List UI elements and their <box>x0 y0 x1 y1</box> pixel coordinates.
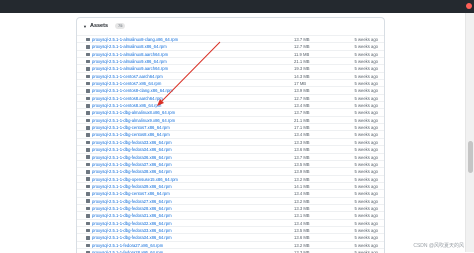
assets-list: proxysql-2.5.1-1-almalinux8-clang.x86_64… <box>77 35 384 253</box>
assets-title: Assets <box>89 23 109 29</box>
asset-row: proxysql-2.5.1-1-dbg-centos7.x86_64.rpm 1… <box>77 123 384 130</box>
asset-row: proxysql-2.5.1-1-dbg-opensuse15.x86_64.r… <box>77 174 384 182</box>
asset-row: proxysql-2.5.1-1-fedora27.x86_64.rpm 13.2… <box>77 240 384 248</box>
asset-row: proxysql-2.5.1-1-dbg-fedora37.x86_64.rpm… <box>77 159 384 167</box>
asset-row: proxysql-2.5.1-1-almalinux8.x86_64.rpm 12… <box>77 42 384 49</box>
asset-row: proxysql-2.5.1-1-dbg-fedora39.x86_64.rpm… <box>77 181 384 189</box>
asset-row: proxysql-2.5.1-1-fedora28.x86_64.rpm 13.3… <box>77 247 384 253</box>
asset-row: proxysql-2.5.1-1-dbg-centos7.x86_64.rpm 1… <box>77 189 384 196</box>
assets-header[interactable]: ▼ Assets 75 <box>77 18 384 34</box>
asset-row: proxysql-2.5.1-1-dbg-fedora28.x86_64.rpm… <box>77 203 384 211</box>
asset-row: proxysql-2.5.1-1-dbg-centos8.x86_64.rpm 1… <box>77 130 384 137</box>
scrollbar-thumb[interactable] <box>468 141 473 173</box>
asset-row: proxysql-2.5.1-1-dbg-almalinux8.x86_64.r… <box>77 108 384 115</box>
asset-row: proxysql-2.5.1-1-dbg-fedora31.x86_64.rpm… <box>77 211 384 218</box>
asset-row: proxysql-2.5.1-1-centos8.aarch64.rpm 12.7… <box>77 93 384 101</box>
asset-row: proxysql-2.5.1-1-dbg-fedora34.x86_64.rpm… <box>77 145 384 152</box>
asset-row: proxysql-2.5.1-1-almalinux8-clang.x86_64… <box>77 35 384 42</box>
assets-count-badge: 75 <box>115 23 126 29</box>
asset-link[interactable]: proxysql-2.5.1-1-fedora28.x86_64.rpm <box>92 249 163 253</box>
asset-row: proxysql-2.5.1-1-dbg-fedora33.x86_64.rpm… <box>77 137 384 145</box>
watermark: CSDN @风吹夏天的风 <box>413 243 464 249</box>
page-scrollbar[interactable] <box>465 13 474 252</box>
asset-row: proxysql-2.5.1-1-centos7.aarch64.rpm 14.3… <box>77 71 384 79</box>
asset-row: proxysql-2.5.1-1-almalinux8.aarch64.rpm 1… <box>77 49 384 57</box>
asset-row: proxysql-2.5.1-1-dbg-fedora27.x86_64.rpm… <box>77 196 384 204</box>
asset-row: proxysql-2.5.1-1-dbg-fedora38.x86_64.rpm… <box>77 167 384 174</box>
window-control-icon[interactable] <box>466 3 472 9</box>
asset-row: proxysql-2.5.1-1-dbg-almalinux9.x86_64.r… <box>77 115 384 123</box>
asset-size: 13.3 MB <box>294 249 310 253</box>
asset-row: proxysql-2.5.1-1-almalinux9.aarch64.rpm 1… <box>77 64 384 71</box>
asset-row: proxysql-2.5.1-1-dbg-fedora36.x86_64.rpm… <box>77 152 384 160</box>
triangle-down-icon[interactable]: ▼ <box>83 24 87 29</box>
asset-row: proxysql-2.5.1-1-dbg-fedora32.x86_64.rpm… <box>77 218 384 226</box>
assets-panel: ▼ Assets 75 proxysql-2.5.1-1-almalinux8-… <box>76 17 385 253</box>
asset-date: 5 weeks ago <box>354 249 378 253</box>
asset-row: proxysql-2.5.1-1-centos8-clang.x86_64.rp… <box>77 86 384 93</box>
asset-row: proxysql-2.5.1-1-dbg-fedora33.x86_64.rpm… <box>77 225 384 233</box>
asset-row: proxysql-2.5.1-1-almalinux9.x86_64.rpm 21… <box>77 57 384 64</box>
browser-topbar <box>0 0 474 13</box>
asset-row: proxysql-2.5.1-1-dbg-fedora34.x86_64.rpm… <box>77 233 384 240</box>
package-icon <box>86 249 90 253</box>
asset-row: proxysql-2.5.1-1-centos7.x86_64.rpm 17 MB… <box>77 79 384 86</box>
asset-row: proxysql-2.5.1-1-centos8.x86_64.rpm 13.4 … <box>77 101 384 108</box>
